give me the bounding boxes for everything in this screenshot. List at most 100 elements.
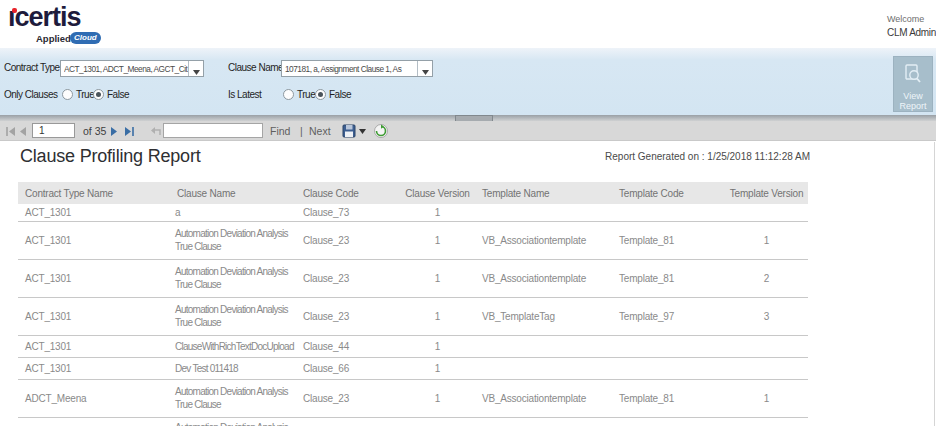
- column-header: Clause Code: [296, 182, 400, 204]
- table-cell: Automation Deviation Analysis True Claus…: [170, 297, 296, 335]
- table-cell: Template_81: [612, 221, 725, 259]
- app-header: ıcertis Applied Cloud Welcome CLM Admin: [0, 0, 936, 48]
- only-clauses-true-radio[interactable]: [62, 89, 73, 100]
- table-cell: [475, 357, 612, 379]
- logo-red-dot-icon: [12, 8, 18, 14]
- only-clauses-true-label[interactable]: True: [76, 89, 94, 100]
- first-page-icon[interactable]: [6, 127, 16, 136]
- next-link[interactable]: Next: [309, 125, 331, 137]
- page-number-input[interactable]: 1: [32, 123, 75, 138]
- table-cell: [725, 417, 808, 426]
- table-cell: 2: [725, 259, 808, 297]
- table-cell: Clause_23: [296, 379, 400, 417]
- icertis-logo: ıcertis Applied Cloud: [8, 2, 81, 32]
- table-cell: [612, 204, 725, 221]
- welcome-label: Welcome: [887, 14, 936, 24]
- table-cell: [725, 357, 808, 379]
- vertical-scrollbar[interactable]: [934, 142, 935, 426]
- next-page-icon[interactable]: [110, 127, 118, 136]
- contract-type-dropdown[interactable]: ACT_1301, ADCT_Meena, AGCT_Cit: [60, 60, 204, 77]
- table-row: ACT_1301ClauseWithRichTextDocUploadClaus…: [18, 335, 808, 357]
- table-cell: 1: [400, 204, 475, 221]
- table-cell: [725, 335, 808, 357]
- table-cell: 1: [400, 297, 475, 335]
- table-cell: Template_97: [612, 297, 725, 335]
- table-cell: ClauseWithRichTextDocUpload: [170, 335, 296, 357]
- report-generated-timestamp: Report Generated on : 1/25/2018 11:12:28…: [605, 151, 810, 162]
- logo-cloud-badge: Cloud: [70, 32, 101, 44]
- chevron-down-icon: [422, 70, 429, 75]
- report-table-header: Contract Type NameClause NameClause Code…: [18, 182, 808, 204]
- page-count-label: of 35: [83, 125, 106, 137]
- column-header: Template Version: [725, 182, 808, 204]
- table-cell: [475, 417, 612, 426]
- contract-type-dropdown-button[interactable]: [188, 61, 203, 76]
- view-report-label: ViewReport: [894, 91, 932, 111]
- table-cell: ACT_1301: [18, 297, 170, 335]
- prev-page-icon[interactable]: [19, 127, 27, 136]
- is-latest-true-radio[interactable]: [283, 89, 294, 100]
- table-cell: Clause_23: [296, 297, 400, 335]
- last-page-icon[interactable]: [124, 127, 134, 136]
- find-next-separator: |: [300, 125, 303, 137]
- table-row: ACT_1301Dev Test 011418Clause_661: [18, 357, 808, 379]
- table-cell: Template_81: [612, 379, 725, 417]
- table-cell: VB_Associationtemplate: [475, 221, 612, 259]
- view-report-icon: [904, 64, 922, 84]
- table-row: ACT_1301Automation Deviation Analysis Tr…: [18, 297, 808, 335]
- export-dropdown-caret-icon[interactable]: [359, 129, 366, 134]
- column-header: Clause Version: [400, 182, 475, 204]
- page: ıcertis Applied Cloud Welcome CLM Admin …: [0, 0, 936, 426]
- refresh-icon[interactable]: [374, 124, 388, 138]
- table-cell: VB_Associationtemplate: [475, 259, 612, 297]
- table-cell: [612, 357, 725, 379]
- table-row: ACT_1301Automation Deviation Analysis Tr…: [18, 259, 808, 297]
- table-cell: [612, 417, 725, 426]
- table-cell: VB_Associationtemplate: [475, 379, 612, 417]
- table-cell: Automation Deviation Analysis True Claus…: [170, 417, 296, 426]
- view-report-button[interactable]: ViewReport: [893, 56, 933, 112]
- table-cell: Clause_23: [296, 221, 400, 259]
- clause-name-dropdown[interactable]: 107181, a, Assignment Clause 1, As: [281, 60, 433, 77]
- table-cell: ACT_1301: [18, 357, 170, 379]
- is-latest-label: Is Latest: [228, 89, 261, 100]
- table-cell: 1: [400, 379, 475, 417]
- is-latest-true-label[interactable]: True: [297, 89, 315, 100]
- table-cell: 1: [400, 259, 475, 297]
- table-cell: a: [170, 204, 296, 221]
- table-cell: VB_TemplateTag: [475, 297, 612, 335]
- table-cell: 1: [400, 221, 475, 259]
- table-cell: ACT_1301: [18, 221, 170, 259]
- table-row: ACT_1301aClause_731: [18, 204, 808, 221]
- report-body: Clause Profiling Report Report Generated…: [0, 142, 936, 426]
- table-cell: Clause_44: [296, 335, 400, 357]
- table-row: ADCT_MeenaAutomation Deviation Analysis …: [18, 379, 808, 417]
- table-cell: ACT_1301: [18, 335, 170, 357]
- table-cell: Automation Deviation Analysis True Claus…: [170, 379, 296, 417]
- find-link[interactable]: Find: [270, 125, 290, 137]
- report-title: Clause Profiling Report: [20, 146, 201, 167]
- table-cell: Clause_23: [296, 259, 400, 297]
- clause-name-label: Clause Name: [228, 62, 283, 73]
- contract-type-label: Contract Type: [4, 62, 60, 73]
- current-user: CLM Admin: [887, 27, 936, 38]
- table-cell: Automation Deviation Analysis True Claus…: [170, 221, 296, 259]
- only-clauses-false-label[interactable]: False: [107, 89, 129, 100]
- table-cell: [296, 417, 400, 426]
- clause-name-dropdown-button[interactable]: [417, 61, 432, 76]
- back-to-parent-icon: [150, 126, 162, 137]
- only-clauses-label: Only Clauses: [4, 89, 57, 100]
- table-cell: Template_81: [612, 259, 725, 297]
- chevron-down-icon: [193, 70, 200, 75]
- only-clauses-false-radio[interactable]: [93, 89, 104, 100]
- welcome-block: Welcome CLM Admin: [887, 14, 936, 38]
- report-table: Contract Type NameClause NameClause Code…: [18, 182, 808, 426]
- parameter-bar: Contract Type ACT_1301, ADCT_Meena, AGCT…: [0, 48, 936, 115]
- is-latest-false-radio[interactable]: [315, 89, 326, 100]
- table-cell: 1: [725, 379, 808, 417]
- is-latest-false-label[interactable]: False: [329, 89, 351, 100]
- export-save-icon[interactable]: [342, 124, 357, 139]
- table-cell: [400, 417, 475, 426]
- find-text-input[interactable]: [163, 123, 263, 138]
- logo-applied-label: Applied: [36, 33, 71, 44]
